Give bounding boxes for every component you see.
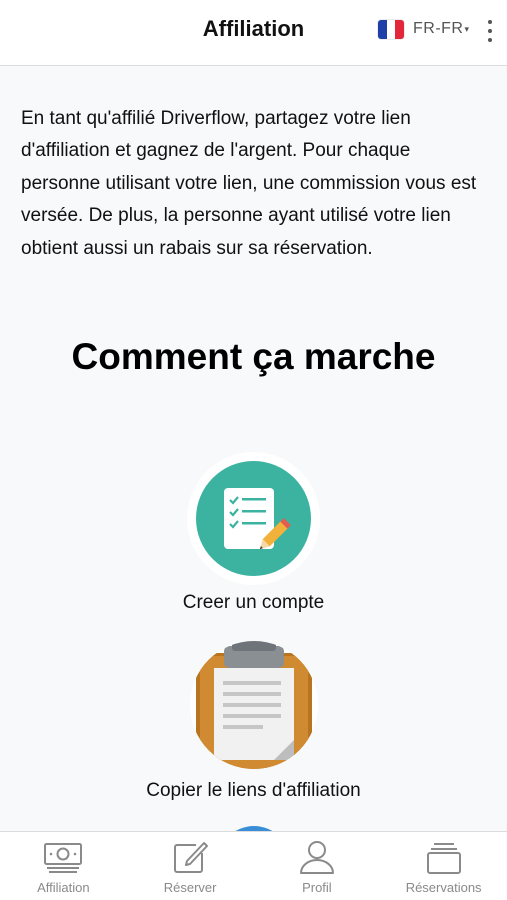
language-code: FR-FR bbox=[413, 20, 464, 37]
nav-label-profil: Profil bbox=[302, 880, 332, 895]
affiliation-screen: Affiliation FR-FR ▾ En tant qu'affilié D… bbox=[0, 0, 507, 900]
nav-item-reserver[interactable]: Réserver bbox=[127, 832, 254, 900]
edit-icon bbox=[174, 842, 209, 873]
france-flag-icon bbox=[378, 19, 404, 39]
intro-text: En tant qu'affilié Driverflow, partagez … bbox=[21, 108, 477, 259]
chevron-down-icon: ▾ bbox=[464, 23, 470, 34]
bottom-navigation: Affiliation Réserver Profil Réservations bbox=[0, 831, 507, 900]
step-label-copy-link: Copier le liens d'affiliation bbox=[146, 780, 361, 801]
checklist-pencil-icon bbox=[224, 488, 291, 550]
nav-label-affiliation: Affiliation bbox=[37, 880, 90, 895]
nav-item-profil[interactable]: Profil bbox=[254, 832, 381, 900]
top-app-bar: Affiliation FR-FR ▾ bbox=[0, 0, 507, 66]
language-selector[interactable]: FR-FR ▾ bbox=[378, 18, 469, 40]
step-label-create-account: Creer un compte bbox=[182, 592, 325, 613]
nav-label-reservations: Réservations bbox=[405, 880, 482, 895]
step-copy-link bbox=[190, 641, 318, 769]
more-vertical-icon[interactable] bbox=[482, 20, 498, 42]
user-icon bbox=[299, 841, 334, 874]
nav-item-reservations[interactable]: Réservations bbox=[380, 832, 507, 900]
section-title: Comment ça marche bbox=[71, 336, 436, 377]
nav-item-affiliation[interactable]: Affiliation bbox=[0, 832, 127, 900]
nav-label-reserver: Réserver bbox=[163, 880, 217, 895]
money-icon bbox=[44, 843, 83, 873]
stack-icon bbox=[426, 843, 461, 874]
clipboard-icon bbox=[196, 641, 312, 769]
step-create-account bbox=[187, 452, 320, 585]
